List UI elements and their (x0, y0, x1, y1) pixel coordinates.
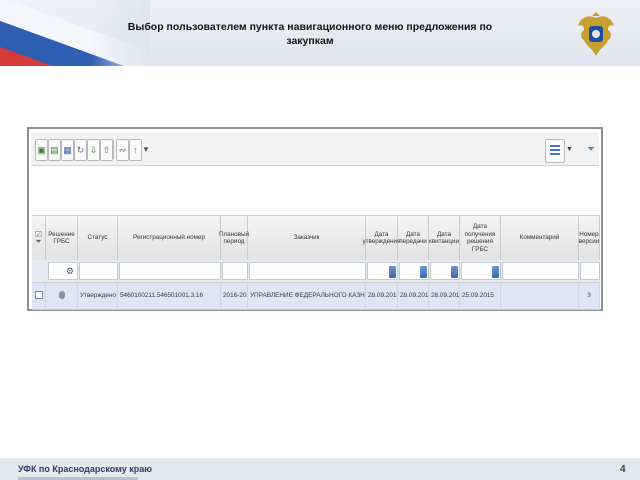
column-header-comment[interactable]: Комментарий (501, 216, 579, 260)
cell-grbs-decision-date: 25.09.2015 (460, 283, 501, 309)
footer-organization: УФК по Краснодарскому краю (18, 464, 152, 474)
column-header-period[interactable]: Плановый период (219, 216, 249, 260)
grbs-decision-status-icon (46, 283, 78, 309)
column-header-version[interactable]: Номер версии (579, 216, 600, 260)
cell-sent-date: 28.09.2015 (398, 283, 429, 309)
calendar-icon[interactable] (420, 266, 427, 278)
copy-document-icon[interactable]: ▤ (48, 139, 61, 161)
filter-sent-date[interactable] (399, 262, 429, 280)
filter-status[interactable] (79, 262, 118, 280)
filter-receipt-date[interactable] (430, 262, 460, 280)
grid-header: ☑ ⏷ Решение ГРБС Статус Регистрационный н… (32, 215, 600, 261)
table-row[interactable]: Утверждено 5460100211.546501001.3.16 201… (32, 283, 600, 310)
slide-header: Выбор пользователем пункта навигационног… (0, 0, 640, 66)
toolbar: ▣ ▤ ▦ ↻ ⇩ ⇧ ∾ ↑ ▾ ▼ ⏷ (31, 133, 599, 166)
filter-grbs-decision-date[interactable] (461, 262, 501, 280)
cell-comment (501, 283, 579, 309)
cell-approved-date: 28.09.2015 (366, 283, 398, 309)
column-header-approved-date[interactable]: Дата утверждения (362, 216, 401, 260)
link-icon[interactable]: ∾ (116, 139, 129, 161)
refresh-icon[interactable]: ↻ (74, 139, 87, 161)
column-header-receipt-date[interactable]: Дата квитанции (429, 216, 460, 260)
filter-approved-date[interactable] (367, 262, 398, 280)
filter-customer[interactable] (249, 262, 366, 280)
page-number: 4 (620, 464, 626, 475)
toolbar-separator (113, 139, 114, 159)
cell-version: 3 (579, 283, 600, 309)
filter-period[interactable] (222, 262, 248, 280)
grid-empty-area (31, 166, 599, 212)
filter-icon[interactable]: ⏷ (587, 144, 595, 155)
upload-icon[interactable]: ↑ (129, 139, 142, 161)
row-checkbox[interactable] (32, 283, 46, 309)
cell-reg-number: 5460100211.546501001.3.16 (118, 283, 221, 309)
filter-version[interactable] (580, 262, 600, 280)
calendar-icon[interactable] (389, 266, 396, 278)
cell-customer: УПРАВЛЕНИЕ ФЕДЕРАЛЬНОГО КАЗНАЧЕЙСТВА П (248, 283, 366, 309)
gear-icon: ⚙ (65, 266, 74, 276)
cell-status: Утверждено (78, 283, 118, 309)
cell-period: 2016-2018 (221, 283, 248, 309)
add-document-icon[interactable]: ▣ (35, 139, 48, 161)
dropdown-arrow-icon[interactable]: ▾ (142, 139, 150, 159)
calendar-icon[interactable] (492, 266, 499, 278)
filter-comment[interactable] (502, 262, 579, 280)
column-header-sent-date[interactable]: Дата передачи (398, 216, 429, 260)
slide-title: Выбор пользователем пункта навигационног… (127, 21, 493, 47)
dropdown-arrow-icon[interactable]: ▼ (566, 146, 573, 153)
coat-of-arms-emblem (578, 12, 614, 57)
cell-receipt-date: 28.09.2015 (429, 283, 460, 309)
save-icon[interactable]: ▦ (61, 139, 74, 161)
column-header-grbs-decision[interactable]: Решение ГРБС (46, 216, 78, 260)
export-icon[interactable]: ⇧ (100, 139, 113, 161)
import-icon[interactable]: ⇩ (87, 139, 100, 161)
column-header-reg-number[interactable]: Регистрационный номер (118, 216, 221, 260)
filter-row: ⚙ (32, 260, 600, 283)
filter-grbs-decision[interactable]: ⚙ (48, 262, 78, 280)
procurement-grid-window: ▣ ▤ ▦ ↻ ⇩ ⇧ ∾ ↑ ▾ ▼ ⏷ ☑ ⏷ Решение ГРБС Ст… (27, 127, 603, 311)
filter-reg-number[interactable] (119, 262, 221, 280)
column-header-customer[interactable]: Заказчик (248, 216, 366, 260)
columns-settings-icon[interactable] (545, 139, 565, 163)
column-header-grbs-decision-date[interactable]: Дата получения решения ГРБС (460, 216, 501, 260)
column-header-status[interactable]: Статус (78, 216, 118, 260)
select-all-checkbox[interactable]: ☑ ⏷ (32, 216, 46, 260)
calendar-icon[interactable] (451, 266, 458, 278)
